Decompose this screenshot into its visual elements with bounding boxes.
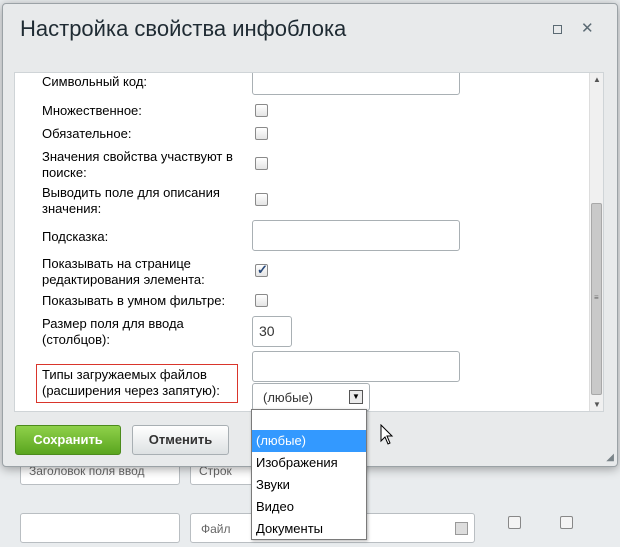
dialog-header[interactable]: Настройка свойства инфоблока ✕ bbox=[3, 4, 617, 54]
close-icon[interactable]: ✕ bbox=[581, 21, 594, 36]
bg-checkbox bbox=[508, 516, 521, 529]
dropdown-option[interactable]: Документы bbox=[252, 518, 366, 540]
field-size-line1: Размер поля для ввода bbox=[42, 316, 184, 331]
form-content: Символьный код: Множественное: Обязатель… bbox=[14, 72, 604, 412]
required-label: Обязательное: bbox=[42, 126, 132, 141]
grip-icon: ≡ bbox=[594, 293, 599, 302]
file-types-line2: (расширения через запятую): bbox=[42, 383, 220, 398]
chevron-down-icon[interactable]: ▼ bbox=[349, 390, 363, 404]
smart-filter-label: Показывать в умном фильтре: bbox=[42, 293, 226, 308]
dropdown-option[interactable]: Изображения bbox=[252, 452, 366, 474]
description-label-line2: значения: bbox=[42, 201, 102, 216]
search-label: Значения свойства участвуют в поиске: bbox=[42, 149, 233, 181]
description-label: Выводить поле для описания значения: bbox=[42, 185, 220, 217]
cancel-button[interactable]: Отменить bbox=[132, 425, 229, 455]
save-button[interactable]: Сохранить bbox=[15, 425, 121, 455]
smart-filter-checkbox[interactable] bbox=[255, 294, 268, 307]
resize-grip-icon[interactable]: ◢ bbox=[606, 452, 614, 463]
maximize-icon[interactable] bbox=[553, 25, 562, 34]
dropdown-blank-row bbox=[252, 410, 366, 430]
scroll-down-icon[interactable]: ▼ bbox=[593, 400, 601, 409]
show-on-edit-label: Показывать на странице редактирования эл… bbox=[42, 256, 205, 288]
file-types-input[interactable] bbox=[252, 351, 460, 382]
dropdown-option[interactable]: (любые) bbox=[252, 430, 366, 452]
show-on-edit-checkbox[interactable] bbox=[255, 262, 268, 278]
scroll-up-icon[interactable]: ▲ bbox=[593, 75, 601, 84]
property-settings-dialog: Настройка свойства инфоблока ✕ Символьны… bbox=[2, 3, 618, 467]
bg-empty-field bbox=[20, 513, 180, 543]
symbol-code-label: Символьный код: bbox=[42, 74, 148, 89]
bg-file-select-label: Файл bbox=[201, 522, 231, 536]
file-types-dropdown-list[interactable]: (любые) Изображения Звуки Видео Документ… bbox=[251, 409, 367, 540]
file-types-label: Типы загружаемых файлов (расширения чере… bbox=[42, 367, 220, 399]
search-label-line1: Значения свойства участвуют в bbox=[42, 149, 233, 164]
chevron-down-icon bbox=[455, 522, 468, 535]
dropdown-option[interactable]: Видео bbox=[252, 496, 366, 518]
hint-input[interactable] bbox=[252, 220, 460, 251]
show-on-edit-line2: редактирования элемента: bbox=[42, 272, 205, 287]
file-types-select[interactable]: (любые) ▼ bbox=[252, 383, 370, 411]
symbol-code-input[interactable] bbox=[252, 73, 460, 95]
search-label-line2: поиске: bbox=[42, 165, 87, 180]
show-on-edit-line1: Показывать на странице bbox=[42, 256, 191, 271]
field-size-label: Размер поля для ввода (столбцов): bbox=[42, 316, 184, 348]
multiple-label: Множественное: bbox=[42, 103, 142, 118]
hint-label: Подсказка: bbox=[42, 229, 109, 244]
description-checkbox[interactable] bbox=[255, 193, 268, 206]
required-checkbox[interactable] bbox=[255, 127, 268, 140]
dropdown-option[interactable]: Звуки bbox=[252, 474, 366, 496]
dialog-title: Настройка свойства инфоблока bbox=[20, 16, 347, 41]
description-label-line1: Выводить поле для описания bbox=[42, 185, 220, 200]
mouse-cursor-icon bbox=[380, 424, 394, 445]
file-types-select-value: (любые) bbox=[263, 390, 314, 405]
search-checkbox[interactable] bbox=[255, 157, 268, 170]
scrollbar-thumb[interactable]: ≡ bbox=[591, 203, 602, 395]
field-size-line2: (столбцов): bbox=[42, 332, 110, 347]
form-scrollbar[interactable]: ▲ ≡ ▼ bbox=[589, 73, 603, 411]
field-size-input[interactable]: 30 bbox=[252, 316, 292, 347]
file-types-line1: Типы загружаемых файлов bbox=[42, 367, 207, 382]
multiple-checkbox[interactable] bbox=[255, 104, 268, 117]
bg-checkbox bbox=[560, 516, 573, 529]
